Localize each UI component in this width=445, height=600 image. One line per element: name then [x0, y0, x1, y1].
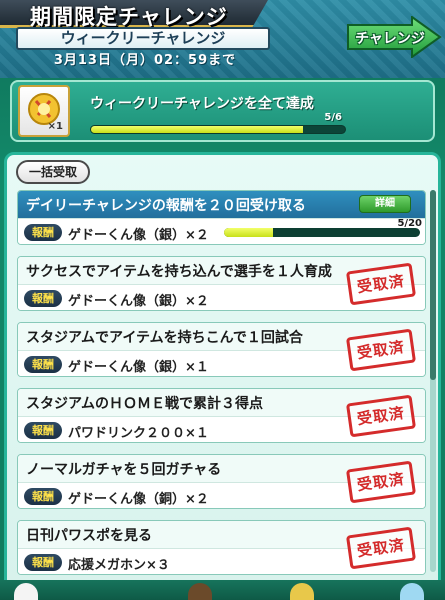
mission-reward: ゲドーくん像（銀）×１: [68, 360, 209, 375]
reward-badge: 報酬: [24, 554, 62, 571]
mission-row[interactable]: ノーマルガチャを５回ガチャる 報酬 ゲドーくん像（銅）×２ 受取済: [17, 454, 426, 509]
mission-title: サクセスでアイテムを持ち込んで選手を１人育成: [26, 264, 332, 280]
reward-badge: 報酬: [24, 224, 62, 241]
scroll-thumb[interactable]: [430, 190, 436, 380]
mission-row[interactable]: 日刊パワスポを見る 報酬 応援メガホン×３ 受取済: [17, 520, 426, 575]
mission-row[interactable]: スタジアムでアイテムを持ちこんで１回試合 報酬 ゲドーくん像（銀）×１ 受取済: [17, 322, 426, 377]
mission-row[interactable]: デイリーチャレンジの報酬を２０回受け取る 詳細報酬 ゲドーくん像（銀）×２ 5/20: [17, 190, 426, 245]
item-icon[interactable]: [290, 583, 314, 600]
mission-title: デイリーチャレンジの報酬を２０回受け取る: [26, 198, 306, 214]
scrollbar[interactable]: [430, 190, 436, 572]
challenge-button[interactable]: チャレンジ: [346, 16, 442, 58]
mission-title: ノーマルガチャを５回ガチャる: [26, 462, 222, 478]
header-bar: 期間限定チャレンジ ウィークリーチャレンジ 3月13日（月）02：59まで チャ…: [0, 0, 445, 78]
weekly-progress-fill: [91, 126, 303, 133]
bottom-nav: [0, 580, 445, 600]
menu-icon[interactable]: [400, 583, 424, 600]
mission-header: デイリーチャレンジの報酬を２０回受け取る 詳細: [18, 191, 425, 218]
mission-progress-bar: [224, 228, 420, 237]
mission-title: 日刊パワスポを見る: [26, 528, 152, 544]
mission-row[interactable]: スタジアムのＨＯＭＥ戦で累計３得点 報酬 パワドリンク２００×１ 受取済: [17, 388, 426, 443]
reward-badge: 報酬: [24, 422, 62, 439]
mission-reward: ゲドーくん像（銀）×２: [68, 294, 209, 309]
reward-item-box: ×1: [18, 85, 70, 137]
mission-reward: 応援メガホン×３: [68, 558, 170, 573]
weekly-progress-text: 5/6: [324, 112, 342, 123]
bulk-claim-button[interactable]: 一括受取: [16, 160, 90, 184]
mission-row[interactable]: サクセスでアイテムを持ち込んで選手を１人育成 報酬 ゲドーくん像（銀）×２ 受取済: [17, 256, 426, 311]
ball-icon[interactable]: [14, 583, 38, 600]
trophy-count: ×1: [47, 121, 63, 132]
character-icon[interactable]: [188, 583, 212, 600]
weekly-progress-bar: [90, 125, 346, 134]
weekly-complete-card: ×1 ウィークリーチャレンジを全て達成 5/6: [10, 80, 435, 142]
event-deadline: 3月13日（月）02：59まで: [53, 53, 237, 68]
mission-reward: ゲドーくん像（銅）×２: [68, 492, 209, 507]
mission-reward: パワドリンク２００×１: [68, 426, 209, 441]
reward-badge: 報酬: [24, 290, 62, 307]
mission-reward: ゲドーくん像（銀）×２: [68, 228, 209, 243]
challenge-button-label: チャレンジ: [355, 31, 425, 47]
mission-progress-fill: [224, 228, 273, 237]
reward-badge: 報酬: [24, 356, 62, 373]
mission-reward-row: 報酬 ゲドーくん像（銀）×２ 5/20: [18, 218, 425, 244]
reward-badge: 報酬: [24, 488, 62, 505]
weekly-goal-label: ウィークリーチャレンジを全て達成: [90, 96, 314, 112]
event-subtitle: ウィークリーチャレンジ: [16, 27, 270, 50]
mission-title: スタジアムでアイテムを持ちこんで１回試合: [26, 330, 303, 346]
detail-button[interactable]: 詳細: [359, 195, 411, 213]
mission-title: スタジアムのＨＯＭＥ戦で累計３得点: [26, 396, 264, 412]
